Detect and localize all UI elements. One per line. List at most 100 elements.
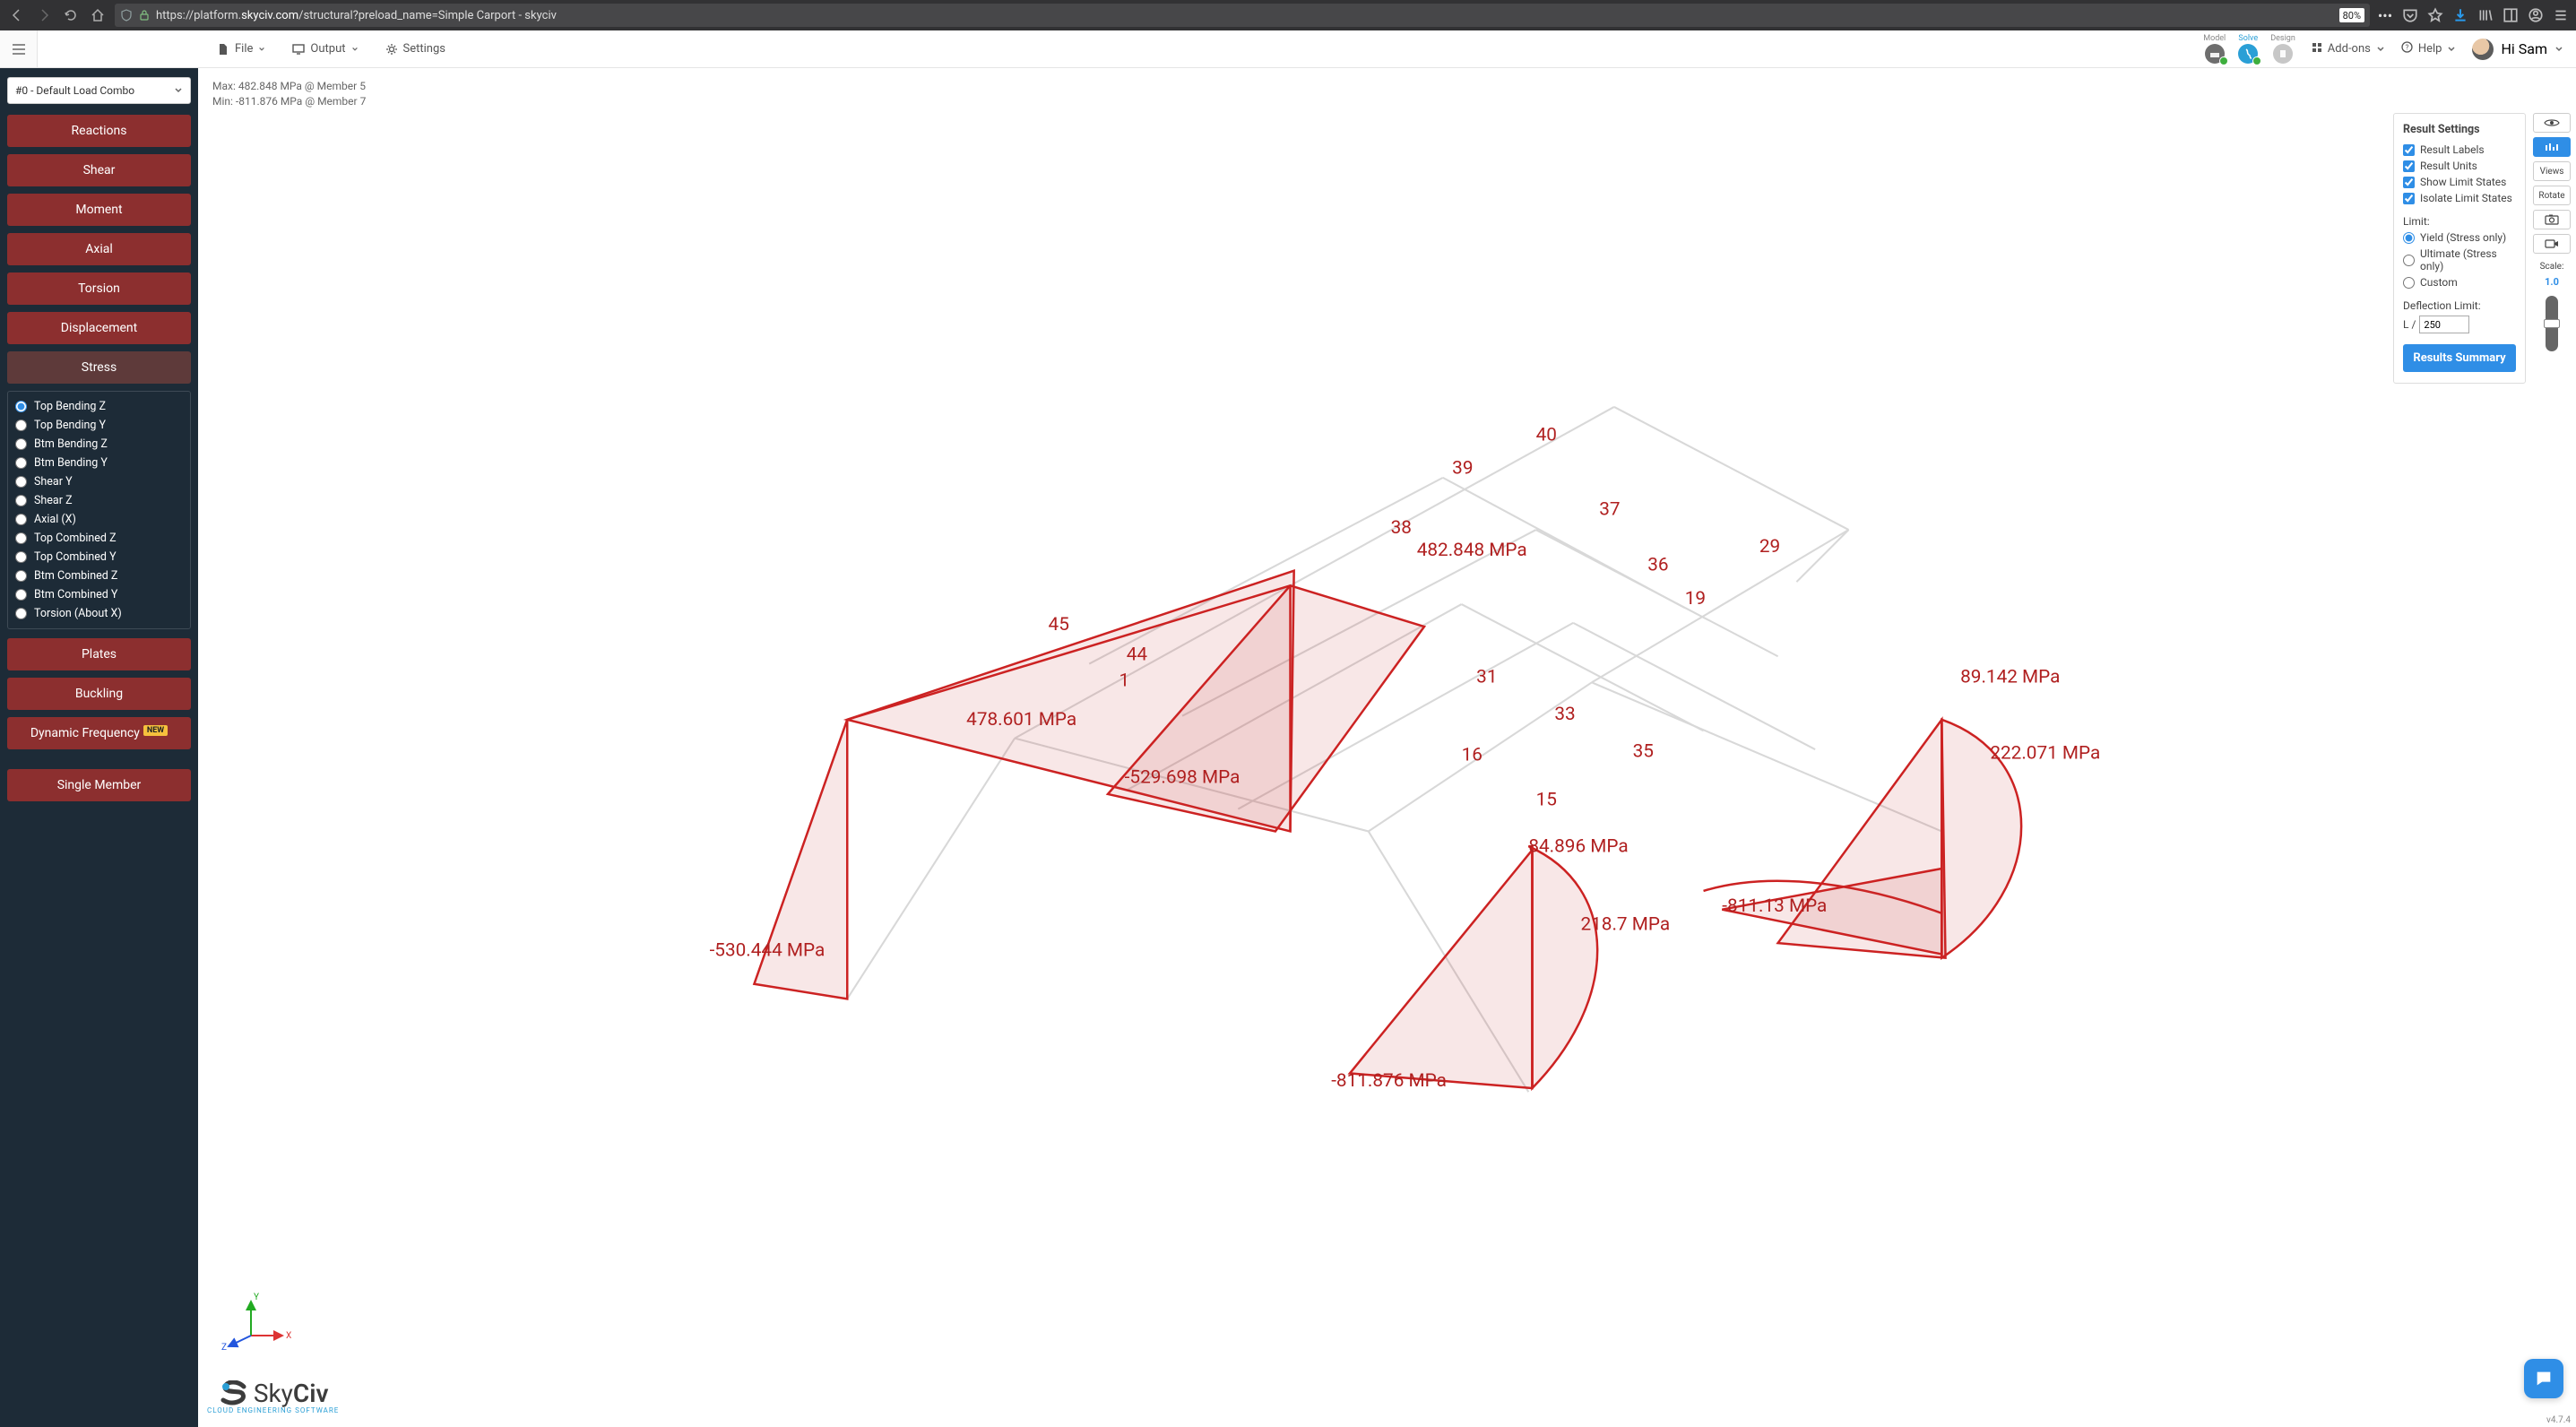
viewport[interactable]: Max: 482.848 MPa @ Member 5 Min: -811.87… — [198, 68, 2576, 1427]
svg-text:Y: Y — [254, 1293, 259, 1302]
opt-btm-bending-z[interactable]: Btm Bending Z — [15, 435, 183, 454]
opt-top-combined-y[interactable]: Top Combined Y — [15, 548, 183, 566]
svg-text:31: 31 — [1476, 666, 1497, 688]
load-combo-value: #0 - Default Load Combo — [15, 84, 134, 97]
btn-moment[interactable]: Moment — [7, 194, 191, 226]
btn-torsion[interactable]: Torsion — [7, 272, 191, 305]
stress-value-label: 218.7 MPa — [1580, 914, 1670, 936]
stress-value-label: 482.848 MPa — [1417, 540, 1527, 561]
mode-design-label: Design — [2270, 34, 2295, 43]
mode-solve[interactable]: Solve — [2238, 34, 2258, 64]
deflection-label: Deflection Limit: — [2403, 299, 2516, 312]
load-combo-select[interactable]: #0 - Default Load Combo — [7, 77, 191, 104]
result-settings-panel: Result Settings Result Labels Result Uni… — [2393, 113, 2526, 384]
lock-icon — [138, 9, 151, 22]
user-menu[interactable]: Hi Sam — [2472, 39, 2563, 60]
svg-text:45: 45 — [1049, 614, 1069, 636]
opt-btm-bending-y[interactable]: Btm Bending Y — [15, 454, 183, 472]
opt-top-combined-z[interactable]: Top Combined Z — [15, 529, 183, 548]
mode-design[interactable]: Design — [2270, 34, 2295, 64]
rotate-button[interactable]: Rotate — [2533, 186, 2571, 205]
visibility-toggle[interactable] — [2533, 113, 2571, 133]
nav-toggle[interactable] — [0, 30, 38, 67]
grid-icon — [2312, 42, 2322, 56]
url-text: https://platform.skyciv.com/structural?p… — [156, 9, 2330, 22]
btn-dynamic-frequency[interactable]: Dynamic FrequencyNEW — [7, 717, 191, 749]
monitor-icon — [292, 43, 305, 56]
forward-button[interactable] — [34, 5, 54, 25]
reload-button[interactable] — [61, 5, 81, 25]
logo-tagline: CLOUD ENGINEERING SOFTWARE — [207, 1406, 339, 1414]
stress-value-label: 89.142 MPa — [1960, 666, 2060, 688]
avatar — [2472, 39, 2494, 60]
chk-result-labels[interactable]: Result Labels — [2403, 142, 2516, 158]
app-topbar: File Output Settings Model Solve Design — [0, 30, 2576, 68]
opt-top-bending-z[interactable]: Top Bending Z — [15, 397, 183, 416]
opt-top-bending-y[interactable]: Top Bending Y — [15, 416, 183, 435]
chk-isolate-limit[interactable]: Isolate Limit States — [2403, 190, 2516, 206]
svg-text:38: 38 — [1391, 517, 1412, 539]
help-icon: ? — [2401, 41, 2413, 56]
opt-shear-z[interactable]: Shear Z — [15, 491, 183, 510]
opt-btm-combined-y[interactable]: Btm Combined Y — [15, 585, 183, 604]
axis-gizmo: X Y Z — [220, 1291, 291, 1362]
menu-help[interactable]: ? Help — [2401, 41, 2457, 56]
stress-value-label: -811.876 MPa — [1331, 1070, 1447, 1092]
more-icon[interactable]: ••• — [2377, 7, 2393, 23]
radio-limit-yield[interactable]: Yield (Stress only) — [2403, 229, 2516, 246]
zoom-badge[interactable]: 80% — [2339, 8, 2364, 22]
result-settings-title: Result Settings — [2403, 123, 2516, 136]
bookmark-star-icon[interactable] — [2427, 7, 2443, 23]
svg-text:33: 33 — [1554, 704, 1575, 725]
mode-model[interactable]: Model — [2203, 34, 2226, 64]
library-icon[interactable] — [2477, 7, 2494, 23]
views-button[interactable]: Views — [2533, 161, 2571, 181]
btn-single-member[interactable]: Single Member — [7, 769, 191, 801]
chk-result-units[interactable]: Result Units — [2403, 158, 2516, 174]
scale-slider[interactable] — [2546, 296, 2558, 351]
menu-output[interactable]: Output — [292, 42, 358, 56]
view-toolbar: Views Rotate Scale: 1.0 — [2533, 113, 2571, 351]
mode-switcher: Model Solve Design — [2203, 34, 2295, 64]
chart-mode[interactable] — [2533, 137, 2571, 157]
back-button[interactable] — [7, 5, 27, 25]
account-icon[interactable] — [2528, 7, 2544, 23]
stress-value-label: -530.444 MPa — [710, 940, 826, 962]
menu-file[interactable]: File — [217, 42, 265, 56]
svg-text:?: ? — [2405, 44, 2408, 52]
record-button[interactable] — [2533, 234, 2571, 254]
home-button[interactable] — [88, 5, 108, 25]
btn-axial[interactable]: Axial — [7, 233, 191, 265]
deflection-input[interactable] — [2419, 316, 2469, 333]
address-bar[interactable]: https://platform.skyciv.com/structural?p… — [115, 4, 2370, 27]
btn-shear[interactable]: Shear — [7, 154, 191, 186]
support-chat-button[interactable] — [2524, 1359, 2563, 1398]
menu-icon[interactable] — [2553, 7, 2569, 23]
btn-plates[interactable]: Plates — [7, 638, 191, 670]
download-icon[interactable] — [2452, 7, 2468, 23]
radio-limit-ultimate[interactable]: Ultimate (Stress only) — [2403, 246, 2516, 274]
sidebar-icon[interactable] — [2503, 7, 2519, 23]
svg-text:36: 36 — [1647, 555, 1668, 576]
stress-value-label: -529.698 MPa — [1125, 766, 1240, 788]
svg-text:16: 16 — [1462, 745, 1482, 766]
opt-shear-y[interactable]: Shear Y — [15, 472, 183, 491]
snapshot-button[interactable] — [2533, 210, 2571, 229]
btn-displacement[interactable]: Displacement — [7, 312, 191, 344]
results-summary-button[interactable]: Results Summary — [2403, 344, 2516, 372]
menu-file-label: File — [235, 42, 253, 56]
radio-limit-custom[interactable]: Custom — [2403, 274, 2516, 290]
btn-stress[interactable]: Stress — [7, 351, 191, 384]
btn-reactions[interactable]: Reactions — [7, 115, 191, 147]
mode-solve-label: Solve — [2238, 34, 2258, 43]
opt-btm-combined-z[interactable]: Btm Combined Z — [15, 566, 183, 585]
chk-show-limit[interactable]: Show Limit States — [2403, 174, 2516, 190]
pocket-icon[interactable] — [2402, 7, 2418, 23]
stress-diagram: 403938 3736 4445 1 313335 1929 1615 — [198, 68, 2576, 1427]
opt-axial-x[interactable]: Axial (X) — [15, 510, 183, 529]
menu-addons[interactable]: Add-ons — [2312, 42, 2385, 56]
menu-settings[interactable]: Settings — [385, 42, 445, 56]
btn-buckling[interactable]: Buckling — [7, 678, 191, 710]
svg-text:19: 19 — [1685, 588, 1706, 610]
opt-torsion-about-x[interactable]: Torsion (About X) — [15, 604, 183, 623]
